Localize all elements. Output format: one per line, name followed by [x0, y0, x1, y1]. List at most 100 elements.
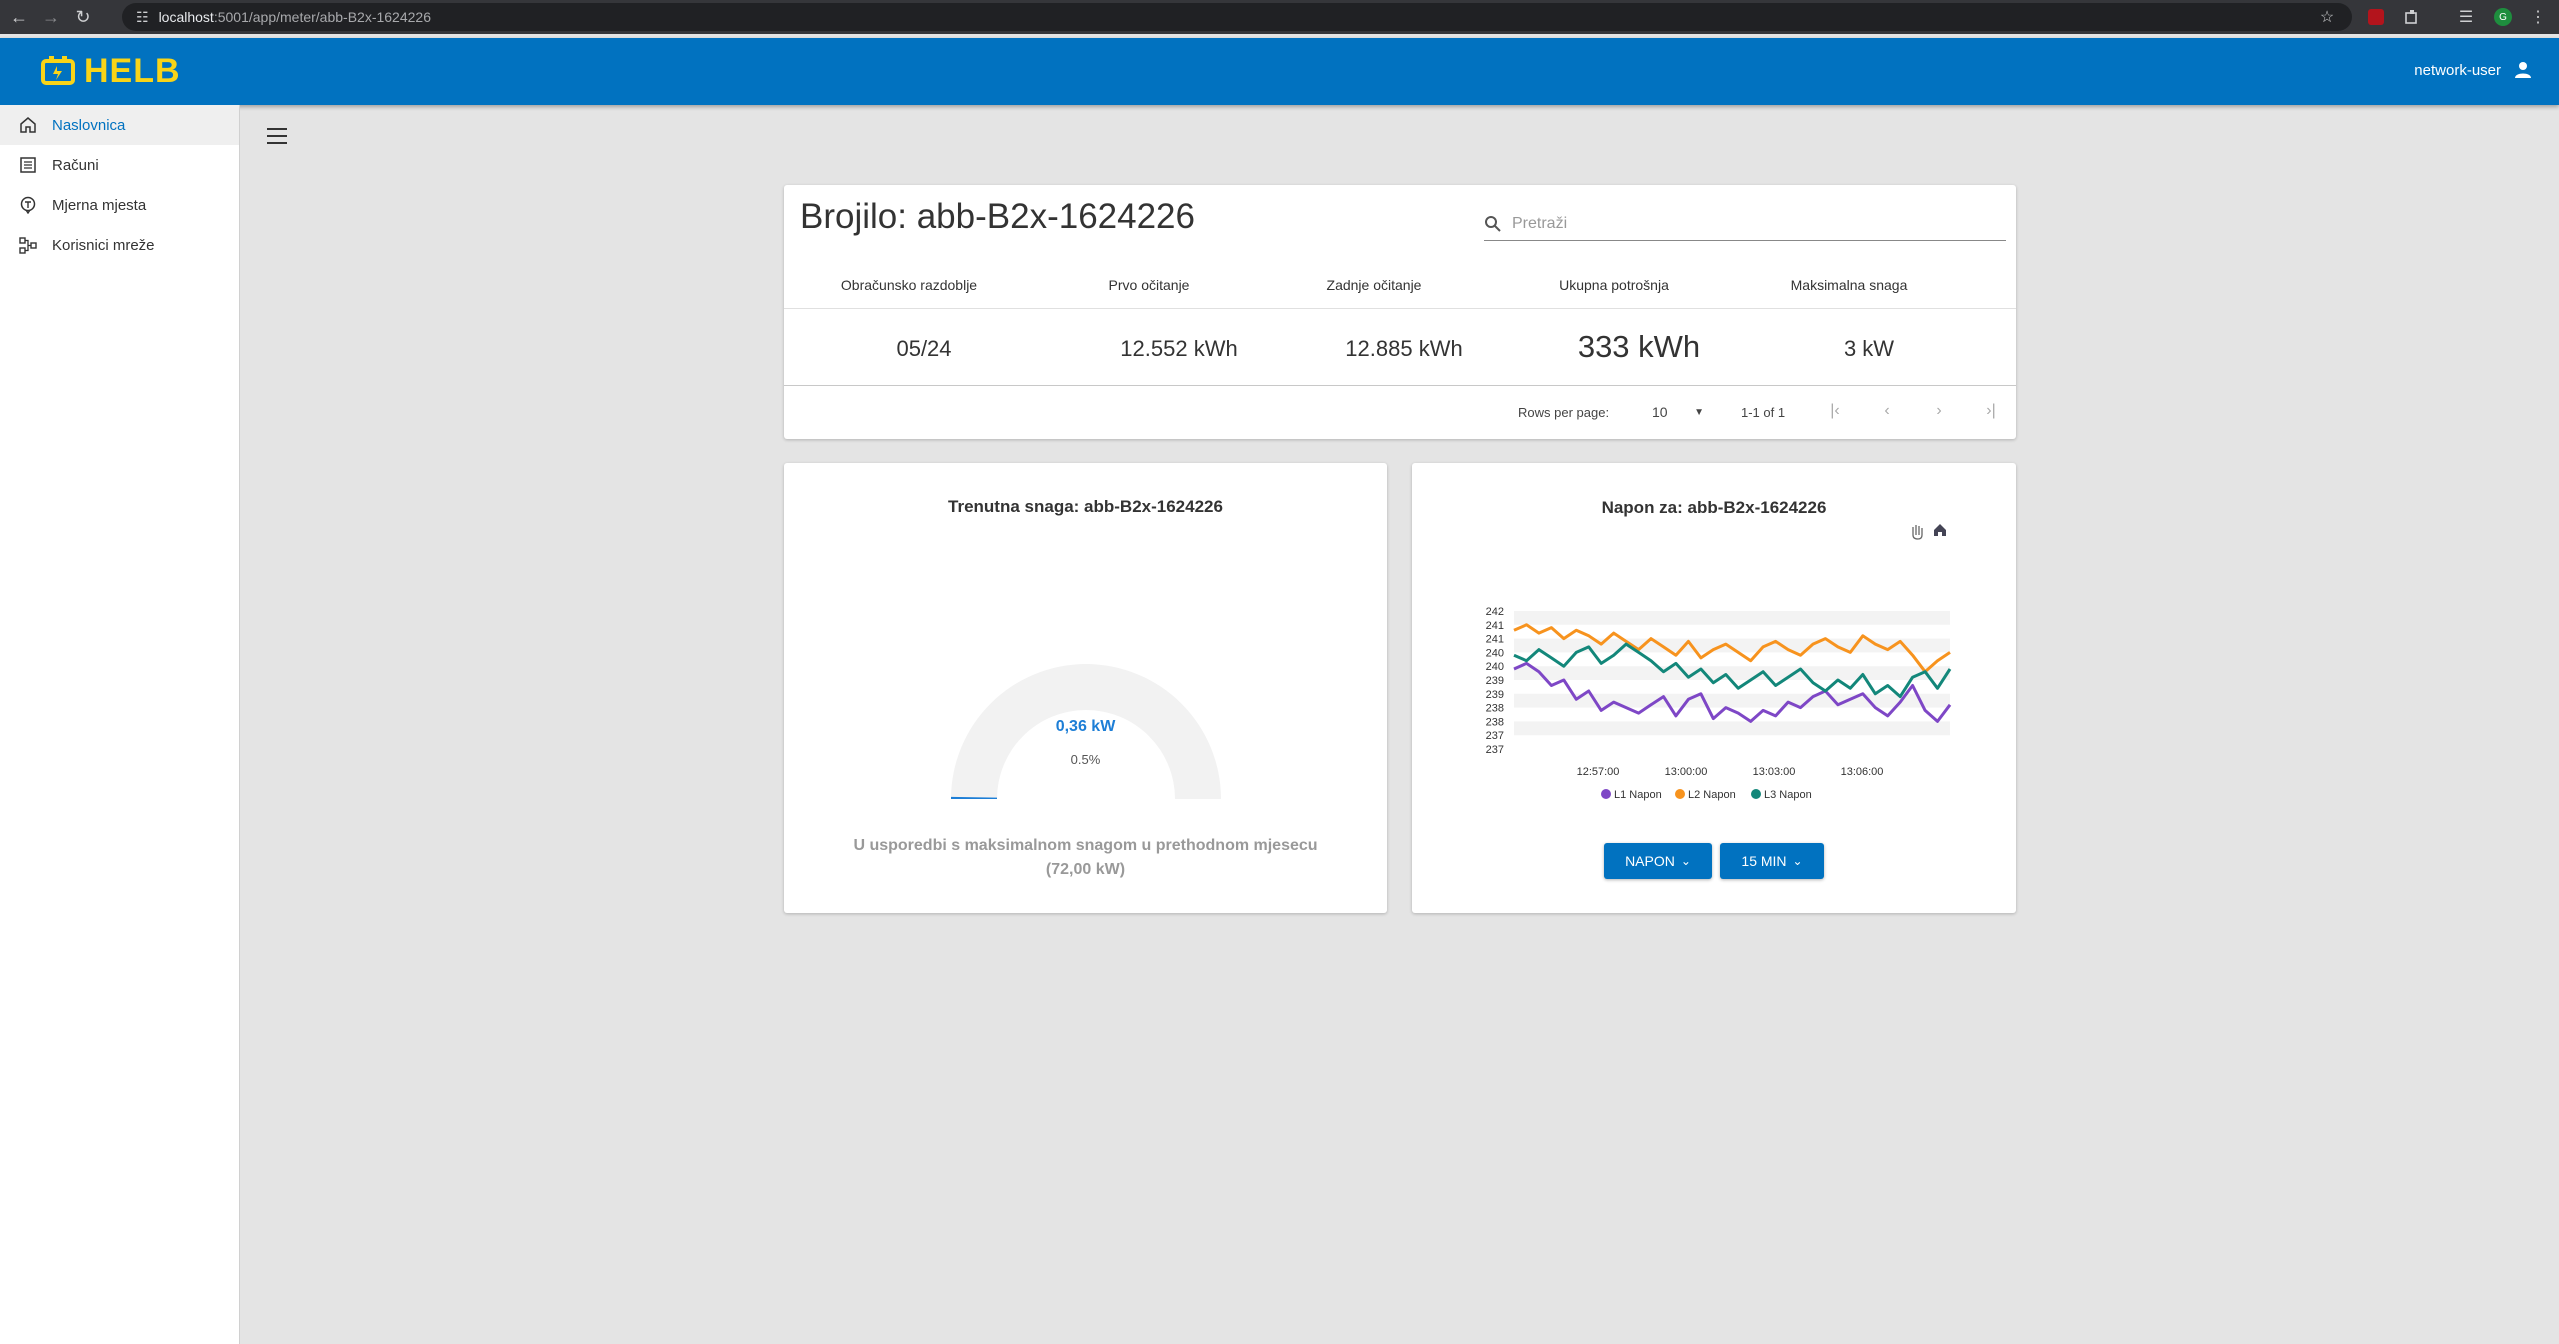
chrome-menu-icon[interactable]: ⋮ — [2526, 5, 2550, 29]
profile-avatar[interactable]: G — [2491, 5, 2515, 29]
gauge-percent: 0.5% — [1070, 752, 1101, 767]
ublock-extension-icon[interactable] — [2364, 5, 2388, 29]
table-cell: 333 kWh — [1577, 329, 1701, 364]
sidebar-item-korisnici-mreze[interactable]: Korisnici mreže — [0, 225, 239, 265]
column-header[interactable]: Zadnje očitanje — [1284, 277, 1464, 293]
voltage-line-chart: 242241241240240239239238238237237 12:57:… — [1486, 524, 1952, 801]
table-pagination: Rows per page: 10 ▼ 1-1 of 1 |‹ ‹ › ›| — [784, 386, 2016, 439]
chevron-down-icon: ⌄ — [1680, 854, 1691, 868]
measure-type-dropdown[interactable]: NAPON ⌄ — [1604, 843, 1712, 879]
column-header[interactable]: Maksimalna snaga — [1764, 277, 1934, 293]
sidebar-item-mjerna-mjesta[interactable]: Mjerna mjesta — [0, 185, 239, 225]
sidebar: Naslovnica Računi Mjerna mjesta Korisnic… — [0, 105, 240, 1344]
x-tick-label: 13:00:00 — [1665, 766, 1708, 778]
power-gauge — [951, 664, 1221, 799]
reading-list-icon[interactable]: ☰ — [2454, 5, 2478, 29]
legend-marker — [1601, 789, 1611, 799]
legend-item[interactable]: L1 Napon — [1601, 789, 1662, 801]
y-tick-label: 241 — [1486, 620, 1504, 632]
username: network-user — [2414, 61, 2501, 79]
back-icon[interactable]: ← — [6, 4, 32, 30]
column-header[interactable]: Ukupna potrošnja — [1524, 277, 1704, 293]
pagination-range: 1-1 of 1 — [1741, 405, 1786, 420]
rows-per-page-label: Rows per page: — [1518, 405, 1610, 420]
table-cell: 12.552 kWh — [1120, 336, 1238, 361]
extensions-icon[interactable] — [2400, 5, 2424, 29]
column-header[interactable]: Prvo očitanje — [1074, 277, 1224, 293]
search-field[interactable]: Pretraži — [1484, 207, 2006, 241]
legend-marker — [1751, 789, 1761, 799]
x-tick-label: 13:03:00 — [1753, 766, 1796, 778]
legend-label: L2 Napon — [1688, 789, 1736, 801]
meter-logo-icon — [41, 55, 75, 85]
app-header: HELB network-user — [0, 38, 2559, 105]
browser-toolbar: ← → ↻ ☷ localhost:5001/app/meter/abb-B2x… — [0, 0, 2559, 34]
y-tick-label: 239 — [1486, 689, 1504, 701]
url-host: localhost — [158, 9, 214, 25]
home-icon[interactable] — [1934, 524, 1946, 536]
last-page-icon[interactable]: ›| — [1980, 400, 2002, 422]
gauge-comparison-note: U usporedbi s maksimalnom snagom u preth… — [853, 837, 1318, 878]
menu-toggle-icon[interactable] — [264, 124, 290, 148]
column-header[interactable]: Obračunsko razdoblje — [804, 277, 1014, 293]
first-page-icon[interactable]: |‹ — [1824, 400, 1846, 422]
sidebar-item-label: Računi — [52, 156, 99, 174]
measure-type-label: NAPON — [1625, 853, 1675, 869]
current-power-card: Trenutna snaga: abb-B2x-1624226 0,36 kW … — [784, 463, 1387, 913]
previous-page-icon[interactable]: ‹ — [1876, 400, 1898, 422]
gauge-value: 0,36 kW — [1055, 718, 1116, 735]
rows-per-page-select[interactable]: 10 ▼ — [1652, 404, 1704, 420]
url-path: :5001/app/meter/abb-B2x-1624226 — [213, 9, 431, 25]
y-tick-label: 237 — [1486, 744, 1504, 756]
grid-band — [1514, 666, 1950, 680]
legend-item[interactable]: L3 Napon — [1751, 789, 1812, 801]
y-tick-label: 241 — [1486, 634, 1504, 646]
meter-table-card: Brojilo: abb-B2x-1624226 Pretraži Obraču… — [784, 185, 2016, 439]
interval-dropdown[interactable]: 15 MIN ⌄ — [1720, 843, 1824, 879]
next-page-icon[interactable]: › — [1928, 400, 1950, 422]
interval-label: 15 MIN — [1741, 853, 1787, 869]
legend-label: L1 Napon — [1614, 789, 1662, 801]
chevron-down-icon: ⌄ — [1792, 854, 1803, 868]
search-input[interactable]: Pretraži — [1512, 215, 1567, 233]
sidebar-item-naslovnica[interactable]: Naslovnica — [0, 105, 239, 145]
home-icon — [18, 115, 38, 135]
site-settings-icon[interactable]: ☷ — [136, 9, 149, 26]
reload-icon[interactable]: ↻ — [70, 4, 96, 30]
forward-icon[interactable]: → — [38, 4, 64, 30]
grid-band — [1514, 721, 1950, 736]
y-tick-label: 238 — [1486, 703, 1504, 715]
x-tick-label: 12:57:00 — [1577, 766, 1620, 778]
address-bar[interactable]: ☷ localhost:5001/app/meter/abb-B2x-16242… — [122, 3, 2352, 31]
sidebar-item-racuni[interactable]: Računi — [0, 145, 239, 185]
table-cell: 12.885 kWh — [1345, 336, 1463, 361]
y-tick-label: 239 — [1486, 675, 1504, 687]
location-icon — [18, 195, 38, 215]
pan-hand-icon[interactable] — [1912, 525, 1923, 540]
y-tick-label: 242 — [1486, 606, 1504, 618]
sidebar-item-label: Naslovnica — [52, 116, 126, 134]
network-icon — [18, 235, 38, 255]
y-tick-label: 240 — [1486, 661, 1504, 673]
table-divider — [784, 308, 2016, 309]
chart-title: Napon za: abb-B2x-1624226 — [1601, 498, 1827, 517]
user-menu[interactable]: network-user — [2414, 60, 2533, 80]
user-icon — [2515, 62, 2531, 78]
chevron-down-icon: ▼ — [1694, 406, 1704, 418]
legend-label: L3 Napon — [1764, 789, 1812, 801]
legend-marker — [1675, 789, 1685, 799]
table-cell: 05/24 — [896, 336, 952, 361]
app-logo-text: HELB — [84, 52, 181, 90]
table-cell: 3 kW — [1843, 336, 1895, 361]
voltage-chart-card: Napon za: abb-B2x-1624226 242 241 241 240 24… — [1412, 463, 2016, 913]
app-logo[interactable]: HELB — [40, 52, 181, 91]
y-tick-label: 238 — [1486, 716, 1504, 728]
x-tick-label: 13:06:00 — [1841, 766, 1884, 778]
sidebar-item-label: Mjerna mjesta — [52, 196, 147, 214]
page-title: Brojilo: abb-B2x-1624226 — [800, 197, 1195, 236]
legend-item[interactable]: L2 Napon — [1675, 789, 1736, 801]
sidebar-item-label: Korisnici mreže — [52, 236, 155, 254]
bookmark-star-icon[interactable]: ☆ — [2315, 5, 2339, 29]
grid-band — [1514, 611, 1950, 625]
search-icon — [1485, 215, 1501, 232]
